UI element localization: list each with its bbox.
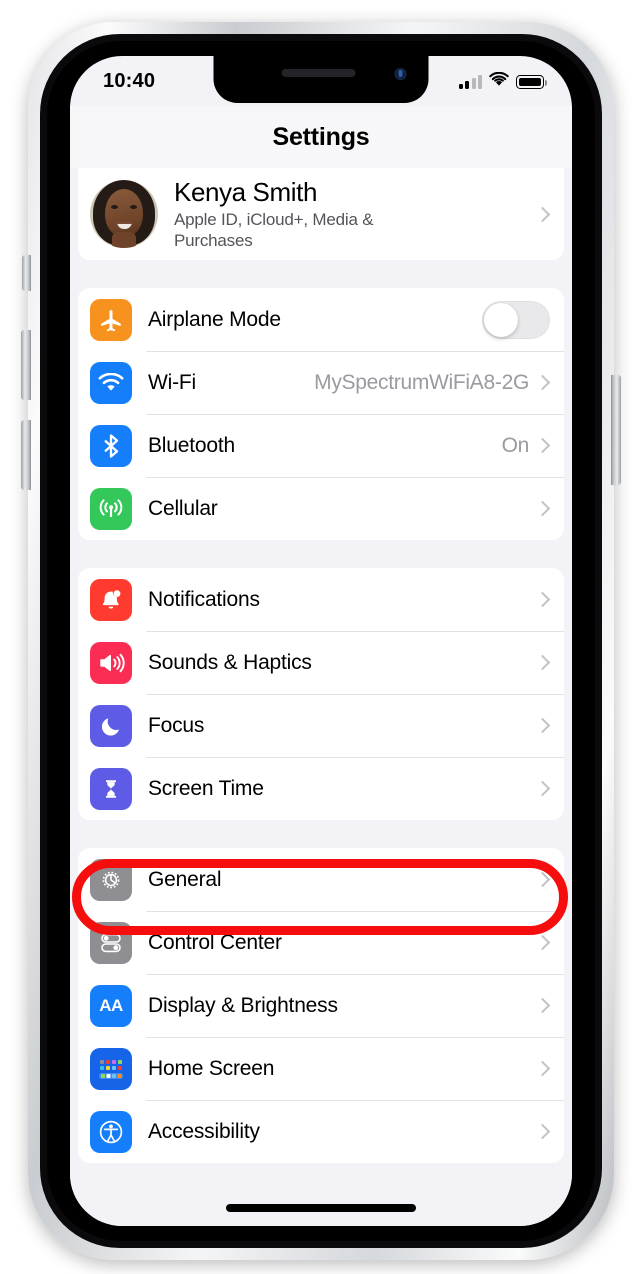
settings-row-general[interactable]: General — [78, 848, 564, 911]
settings-row-label: Notifications — [148, 587, 260, 611]
wifi-icon — [90, 361, 132, 404]
settings-row-cellular[interactable]: Cellular — [78, 477, 564, 540]
earpiece-speaker — [281, 69, 356, 77]
connectivity-group: Airplane Mode Wi-Fi MySpectrumWiFiA8-2G — [78, 288, 564, 540]
settings-row-control-center[interactable]: Control Center — [78, 911, 564, 974]
settings-row-label: Focus — [148, 713, 205, 737]
apple-id-name: Kenya Smith — [174, 176, 318, 207]
bluetooth-status-value: On — [501, 433, 530, 457]
apple-id-subtitle: Apple ID, iCloud+, Media & Purchases — [174, 209, 374, 250]
chevron-right-icon — [534, 717, 551, 734]
bluetooth-icon — [90, 424, 132, 467]
chevron-right-icon — [534, 871, 551, 888]
volume-down-button[interactable] — [21, 420, 31, 490]
chevron-right-icon — [534, 591, 551, 608]
home-indicator-bar[interactable] — [226, 1204, 416, 1212]
system-group: General Control Center AA Display & Brig… — [78, 848, 564, 1163]
power-button[interactable] — [611, 375, 621, 485]
chevron-right-icon — [534, 206, 551, 222]
settings-row-label: Sounds & Haptics — [148, 650, 312, 674]
settings-row-sounds-haptics[interactable]: Sounds & Haptics — [78, 631, 564, 694]
settings-row-label: Cellular — [148, 496, 218, 520]
cellular-antenna-icon — [90, 487, 132, 530]
screenshot-stage: 10:40 Settings Kenya Smith Apple ID, iCl… — [0, 0, 642, 1274]
accessibility-icon — [90, 1110, 132, 1153]
silent-switch[interactable] — [22, 255, 31, 291]
wifi-network-value: MySpectrumWiFiA8-2G — [314, 370, 529, 394]
chevron-right-icon — [534, 997, 551, 1014]
front-camera — [394, 68, 407, 80]
chevron-right-icon — [534, 500, 551, 517]
moon-icon — [90, 704, 132, 747]
chevron-right-icon — [534, 934, 551, 951]
notch — [213, 56, 429, 103]
chevron-right-icon — [534, 1123, 551, 1140]
airplane-mode-toggle[interactable] — [482, 300, 550, 339]
iphone-screen: 10:40 Settings Kenya Smith Apple ID, iCl… — [70, 56, 572, 1226]
battery-icon — [516, 75, 548, 89]
chevron-right-icon — [534, 437, 551, 454]
alerts-group: Notifications Sounds & Haptics Focus Scr… — [78, 568, 564, 820]
settings-row-label: Home Screen — [148, 1056, 275, 1080]
gear-icon — [90, 858, 132, 901]
settings-row-airplane-mode[interactable]: Airplane Mode — [78, 288, 564, 351]
status-bar-time: 10:40 — [103, 70, 156, 92]
settings-row-label: General — [148, 867, 222, 891]
chevron-right-icon — [534, 374, 551, 391]
settings-row-bluetooth[interactable]: Bluetooth On — [78, 414, 564, 477]
status-bar-indicators — [458, 71, 548, 92]
cellular-signal-icon — [458, 75, 482, 89]
navigation-bar: Settings — [70, 106, 572, 168]
apple-id-row[interactable]: Kenya Smith Apple ID, iCloud+, Media & P… — [78, 168, 564, 260]
bell-icon — [90, 578, 132, 621]
settings-row-label: Display & Brightness — [148, 993, 338, 1017]
settings-row-label: Bluetooth — [148, 433, 235, 457]
chevron-right-icon — [534, 654, 551, 671]
settings-row-focus[interactable]: Focus — [78, 694, 564, 757]
settings-row-label: Control Center — [148, 930, 282, 954]
apple-id-group: Kenya Smith Apple ID, iCloud+, Media & P… — [78, 168, 564, 260]
apple-id-text: Kenya Smith Apple ID, iCloud+, Media & P… — [174, 177, 454, 251]
settings-list[interactable]: Kenya Smith Apple ID, iCloud+, Media & P… — [70, 168, 572, 1226]
settings-row-home-screen[interactable]: Home Screen — [78, 1037, 564, 1100]
toggles-icon — [90, 921, 132, 964]
text-size-icon: AA — [90, 984, 132, 1027]
settings-row-label: Wi-Fi — [148, 370, 196, 394]
settings-row-screen-time[interactable]: Screen Time — [78, 757, 564, 820]
settings-row-label: Screen Time — [148, 776, 264, 800]
chevron-right-icon — [534, 780, 551, 797]
wifi-icon — [489, 71, 509, 92]
settings-row-display-brightness[interactable]: AA Display & Brightness — [78, 974, 564, 1037]
volume-up-button[interactable] — [21, 330, 31, 400]
chevron-right-icon — [534, 1060, 551, 1077]
hourglass-icon — [90, 767, 132, 810]
avatar — [90, 180, 158, 248]
settings-row-notifications[interactable]: Notifications — [78, 568, 564, 631]
airplane-icon — [90, 298, 132, 341]
speaker-icon — [90, 641, 132, 684]
page-title: Settings — [272, 122, 370, 151]
app-grid-icon — [90, 1047, 132, 1090]
settings-row-label: Airplane Mode — [148, 307, 281, 331]
settings-row-accessibility[interactable]: Accessibility — [78, 1100, 564, 1163]
settings-row-wifi[interactable]: Wi-Fi MySpectrumWiFiA8-2G — [78, 351, 564, 414]
settings-row-label: Accessibility — [148, 1119, 260, 1143]
